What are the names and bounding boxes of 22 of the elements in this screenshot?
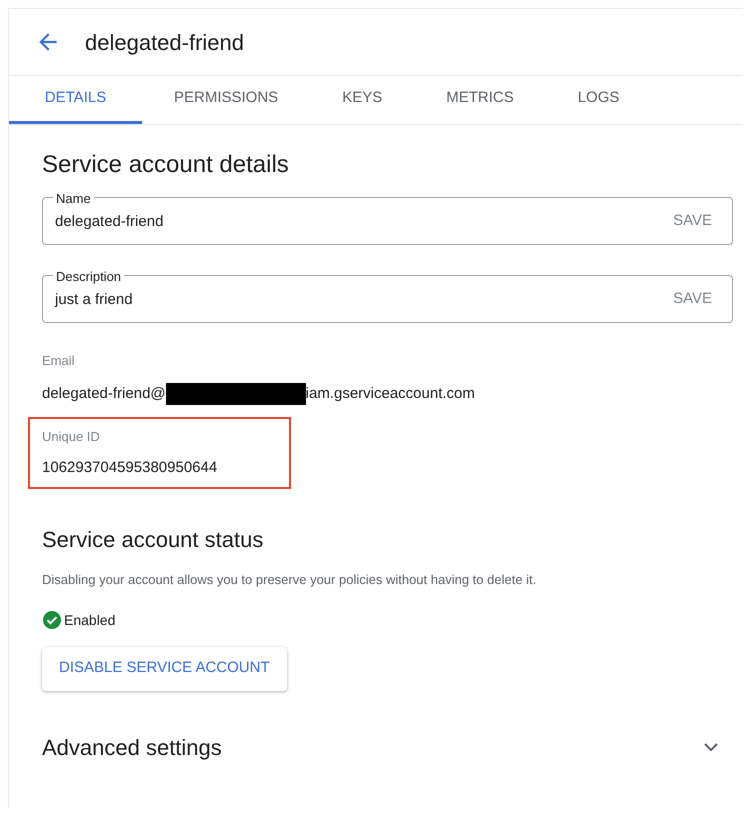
status-description: Disabling your account allows you to preserve your policies without having to delete it.	[42, 571, 538, 589]
tab[interactable]: METRICS	[414, 76, 546, 124]
email-text: iam.gserviceaccount.com	[306, 384, 475, 404]
disable-account-button[interactable]: DISABLE SERVICE ACCOUNT	[42, 646, 287, 690]
field-value: just a friend	[55, 290, 134, 310]
unique-id-value: 106293704595380950644	[42, 458, 218, 478]
page-title: delegated-friend	[85, 28, 244, 57]
status-label: Enabled	[64, 610, 116, 630]
tab[interactable]: PERMISSIONS	[142, 76, 310, 124]
tab[interactable]: KEYS	[310, 76, 414, 124]
save-button[interactable]: SAVE	[673, 210, 712, 232]
save-button[interactable]: SAVE	[673, 288, 712, 310]
section-heading: Service account status	[42, 526, 264, 554]
email-text: delegated-friend@	[42, 384, 166, 404]
email-label: Email	[42, 352, 76, 370]
field-value: delegated-friend	[55, 212, 164, 232]
tab[interactable]: DETAILS	[9, 76, 142, 124]
tab[interactable]: LOGS	[546, 76, 652, 124]
unique-id-label: Unique ID	[42, 428, 101, 446]
section-heading: Advanced settings	[42, 734, 222, 762]
advanced-settings-row[interactable]: Advanced settings	[42, 730, 733, 764]
section-heading: Service account details	[42, 150, 290, 180]
